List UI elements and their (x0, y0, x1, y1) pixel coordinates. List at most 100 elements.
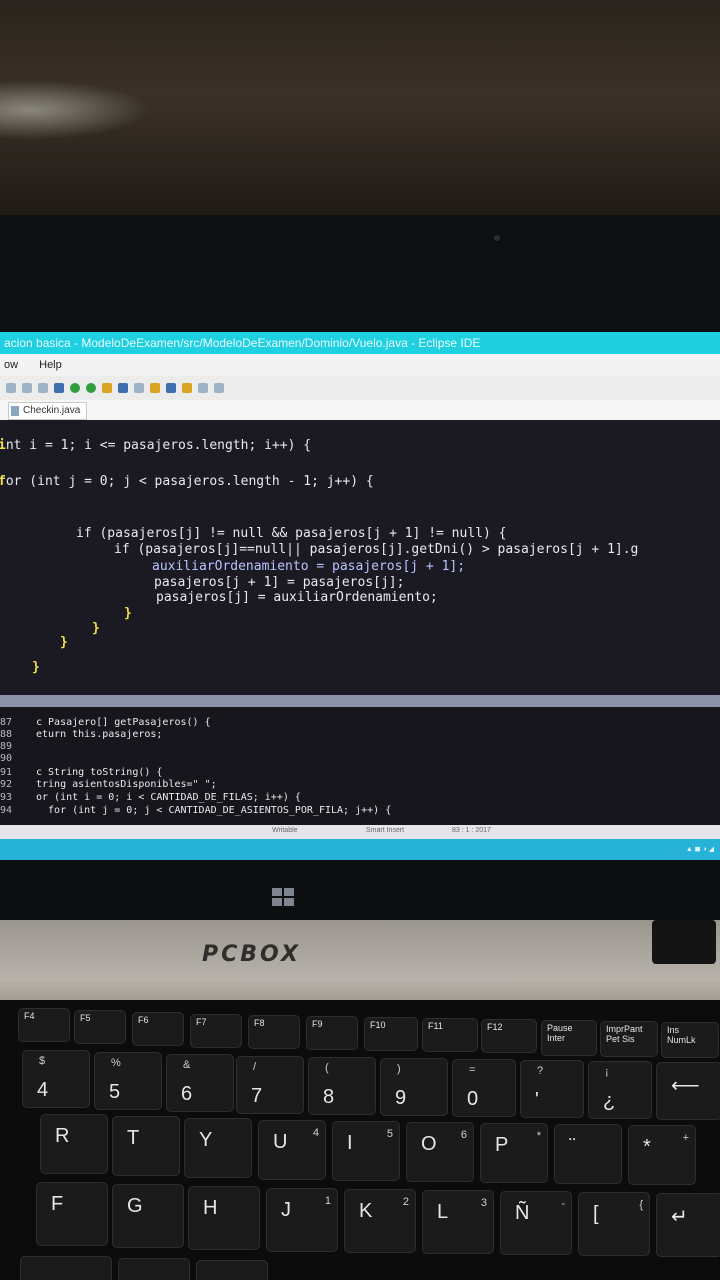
key-label: L (437, 1201, 449, 1223)
forward-icon[interactable] (214, 383, 224, 393)
code-line: if (pasajeros[j] != null && pasajeros[j … (76, 526, 507, 541)
key-label: O (421, 1133, 437, 1155)
key-shift-label: & (183, 1059, 191, 1071)
line-number: 92 (0, 779, 13, 790)
globe-icon[interactable] (166, 383, 176, 393)
editor-divider[interactable] (0, 695, 720, 707)
key-f[interactable]: F (36, 1182, 108, 1246)
menu-help[interactable]: Help (39, 359, 62, 371)
line-number: 87 (0, 717, 13, 728)
key-insert[interactable]: Ins NumLk (661, 1022, 719, 1058)
key-diaeresis[interactable]: ¨ (554, 1124, 622, 1184)
key-enter[interactable]: ↵ (656, 1193, 720, 1257)
key-f12[interactable]: F12 (481, 1019, 537, 1053)
key-p[interactable]: P * (480, 1123, 548, 1183)
power-button[interactable] (652, 920, 716, 964)
key-f8[interactable]: F8 (248, 1015, 300, 1049)
key-shift-label: % (111, 1057, 121, 1069)
closing-brace: } (32, 660, 40, 675)
key-plus[interactable]: * + (628, 1125, 696, 1185)
key-f11[interactable]: F11 (422, 1018, 478, 1052)
key-j[interactable]: J1 (266, 1188, 338, 1252)
code-line: pasajeros[j + 1] = pasajeros[j]; (154, 575, 405, 590)
key-label: K (359, 1200, 373, 1222)
key-f4[interactable]: F4 (18, 1008, 70, 1042)
key-print-screen[interactable]: ImprPant Pet Sis (600, 1021, 658, 1057)
key-label: G (127, 1195, 143, 1217)
tab-label: Checkin.java (23, 405, 81, 416)
key-9[interactable]: ) 9 (380, 1058, 448, 1116)
key-shift-label: ¡ (605, 1066, 609, 1078)
key-inverted-question[interactable]: ¡ ¿ (588, 1061, 652, 1119)
key-label: F11 (428, 1021, 443, 1031)
key-label: * (643, 1136, 651, 1158)
key-label: R (55, 1125, 70, 1147)
editor-tabs: Checkin.java (0, 400, 720, 420)
brand-logo: PCBOX (202, 942, 301, 967)
key-num-label: 1 (324, 1195, 331, 1207)
key-6[interactable]: & 6 (166, 1054, 234, 1112)
key-n-tilde[interactable]: Ñ- (500, 1191, 572, 1255)
code-editor-upper[interactable]: int i = 1; i <= pasajeros.length; i++) {… (0, 420, 720, 695)
status-writable: Writable (272, 827, 298, 834)
key-backspace[interactable]: ⟵ (656, 1062, 720, 1120)
window-title: acion basica - ModeloDeExamen/src/Modelo… (0, 332, 720, 354)
key-o[interactable]: O6 (406, 1122, 474, 1182)
key-label: P (495, 1134, 509, 1156)
key-label: F6 (138, 1015, 149, 1025)
key-f7[interactable]: F7 (190, 1014, 242, 1048)
key-partial[interactable] (118, 1258, 190, 1280)
annotation-icon[interactable] (182, 383, 192, 393)
key-shift[interactable] (20, 1256, 112, 1280)
key-7[interactable]: /7 (236, 1056, 304, 1114)
key-0[interactable]: = 0 (452, 1059, 516, 1117)
line-number: 91 (0, 767, 13, 778)
key-4[interactable]: $4 (22, 1050, 90, 1108)
menu-window[interactable]: ow (4, 359, 18, 371)
code-line: int i = 1; i <= pasajeros.length; i++) { (0, 438, 312, 453)
save-icon[interactable] (22, 383, 32, 393)
windows-logo-icon (272, 888, 294, 906)
key-t[interactable]: T (112, 1116, 180, 1176)
window-glare (0, 80, 150, 140)
key-apostrophe[interactable]: ? ' (520, 1060, 584, 1118)
key-r[interactable]: R (40, 1114, 108, 1174)
key-partial[interactable] (196, 1260, 268, 1280)
tab-checkin[interactable]: Checkin.java (8, 402, 88, 420)
key-5[interactable]: % 5 (94, 1052, 162, 1110)
key-f9[interactable]: F9 (306, 1016, 358, 1050)
new-java-project-icon[interactable] (118, 383, 128, 393)
code-line: if (pasajeros[j]==null|| pasajeros[j].ge… (114, 542, 639, 557)
key-l[interactable]: L3 (422, 1190, 494, 1254)
line-number: 93 (0, 792, 13, 803)
key-f6[interactable]: F6 (132, 1012, 184, 1046)
laptop-screen: acion basica - ModeloDeExamen/src/Modelo… (0, 332, 720, 860)
print-icon[interactable] (38, 383, 48, 393)
key-g[interactable]: G (112, 1184, 184, 1248)
search-icon[interactable] (150, 383, 160, 393)
key-h[interactable]: H (188, 1186, 260, 1250)
open-type-icon[interactable] (134, 383, 144, 393)
new-icon[interactable] (6, 383, 16, 393)
system-tray[interactable]: ▲ ◼ ◑ ◢ (686, 845, 714, 853)
key-k[interactable]: K2 (344, 1189, 416, 1253)
key-u[interactable]: U4 (258, 1120, 326, 1180)
run-icon[interactable] (70, 383, 80, 393)
key-label: Ins NumLk (667, 1025, 696, 1045)
key-bracket[interactable]: [{ (578, 1192, 650, 1256)
code-text: nt i = 1; i <= pasajeros.length; i++) { (5, 438, 312, 453)
back-icon[interactable] (198, 383, 208, 393)
key-pause[interactable]: Pause Inter (541, 1020, 597, 1056)
key-f5[interactable]: F5 (74, 1010, 126, 1044)
key-y[interactable]: Y (184, 1118, 252, 1178)
coverage-icon[interactable] (86, 383, 96, 393)
key-shift-label: = (469, 1064, 476, 1076)
key-i[interactable]: I5 (332, 1121, 400, 1181)
key-num-label: 2 (402, 1196, 409, 1208)
debug-icon[interactable] (54, 383, 64, 393)
external-tools-icon[interactable] (102, 383, 112, 393)
code-editor-lower[interactable]: 87 88 89 90 91 92 93 94 c Pasajero[] get… (0, 707, 720, 825)
key-8[interactable]: (8 (308, 1057, 376, 1115)
key-num-label: 3 (480, 1197, 487, 1209)
key-f10[interactable]: F10 (364, 1017, 418, 1051)
